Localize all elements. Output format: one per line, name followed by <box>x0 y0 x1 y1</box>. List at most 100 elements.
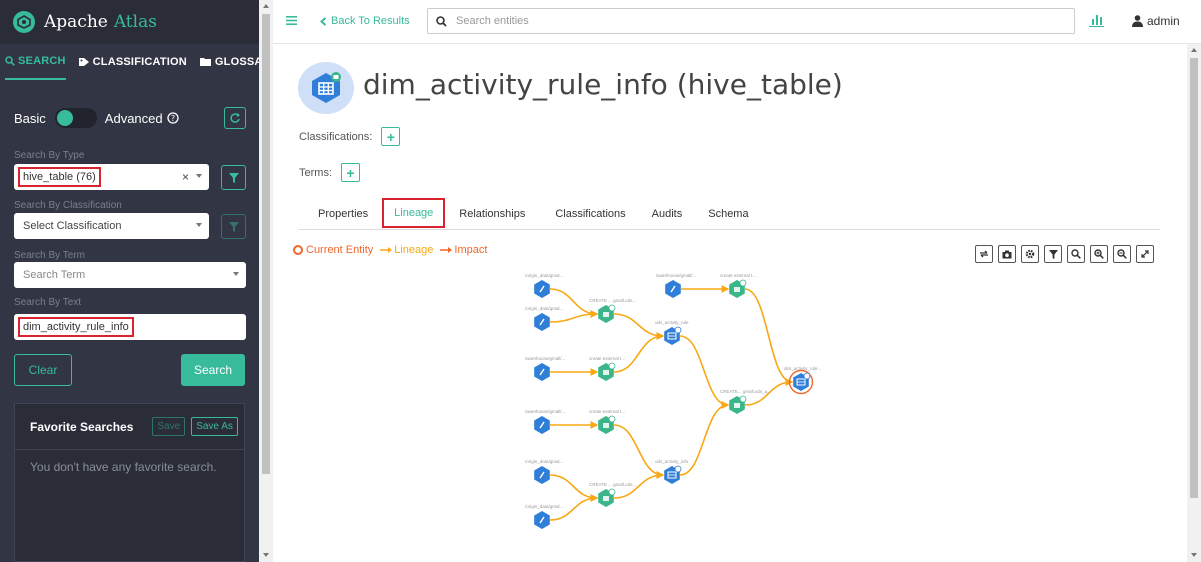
clear-button[interactable]: Clear <box>14 354 72 386</box>
help-icon[interactable]: ? <box>166 112 179 124</box>
tab-search-label: SEARCH <box>18 55 66 67</box>
favorite-searches-panel: Favorite Searches Save Save As You don't… <box>14 403 245 562</box>
search-button[interactable]: Search <box>181 354 245 386</box>
tab-properties[interactable]: Properties <box>308 198 378 230</box>
lineage-node-process[interactable]: CREATE ... gmall.ods... <box>589 298 636 323</box>
back-to-results-link[interactable]: Back To Results <box>320 15 410 27</box>
brand[interactable]: Apache Atlas <box>0 0 259 44</box>
scroll-down-icon[interactable] <box>1191 553 1197 557</box>
zoom-out-icon <box>1117 249 1127 259</box>
main-scrollbar[interactable] <box>1187 44 1201 562</box>
chevron-down-icon <box>233 272 239 276</box>
lineage-node-hdfs[interactable]: /warehouse/gmall/... <box>525 356 565 381</box>
search-by-type-label: Search By Type <box>14 150 85 161</box>
search-icon <box>1071 249 1081 259</box>
save-button[interactable]: Save <box>152 417 186 436</box>
entity-search-input[interactable]: Search entities <box>427 8 1075 34</box>
lineage-edge <box>549 310 599 323</box>
sidebar-scroll-thumb[interactable] <box>262 14 270 474</box>
lineage-node-hdfs[interactable]: /origin_data/gmal... <box>525 306 563 331</box>
export-image-button[interactable] <box>998 245 1016 263</box>
add-term-button[interactable]: + <box>341 163 360 182</box>
arrow-right-icon <box>440 247 453 253</box>
tab-search[interactable]: SEARCH <box>5 44 66 80</box>
sidebar: Apache Atlas SEARCH CLASSIFICATION GLOSS… <box>0 0 278 562</box>
search-text-input[interactable]: dim_activity_rule_info <box>14 314 246 340</box>
main-scroll-thumb[interactable] <box>1190 58 1198 498</box>
zoom-out-button[interactable] <box>1113 245 1131 263</box>
lineage-edge <box>613 313 665 340</box>
node-badge-icon <box>608 304 616 312</box>
type-filter-button[interactable] <box>221 165 246 190</box>
reset-layout-button[interactable] <box>975 245 993 263</box>
mode-switch[interactable] <box>54 108 97 128</box>
mode-basic-label: Basic <box>14 110 46 126</box>
lineage-edge <box>613 332 665 373</box>
filter-icon <box>228 221 239 232</box>
lineage-legend: Current Entity Lineage Impact <box>293 244 487 256</box>
clear-type-icon[interactable]: × <box>182 170 189 184</box>
lineage-node-table[interactable]: ods_activity_info <box>655 459 689 484</box>
search-by-text-label: Search By Text <box>14 297 82 308</box>
node-badge-icon <box>739 395 747 403</box>
process-glyph-icon <box>603 370 609 375</box>
process-glyph-icon <box>603 312 609 317</box>
tab-classification[interactable]: CLASSIFICATION <box>78 44 187 80</box>
scroll-up-icon[interactable] <box>1191 48 1197 52</box>
lineage-node-process[interactable]: CREATE... gmall.ods_a... <box>720 389 771 414</box>
node-badge-icon <box>608 488 616 496</box>
lineage-node-hdfs[interactable]: /warehouse/gmall/... <box>525 409 565 434</box>
fullscreen-button[interactable] <box>1136 245 1154 263</box>
lineage-graph[interactable]: /origin_data/gmal... /origin_data/gmal...… <box>500 262 840 534</box>
tab-audits[interactable]: Audits <box>642 198 693 230</box>
lineage-node-table[interactable]: dim_activity_rule... <box>784 366 821 395</box>
favorite-searches-header: Favorite Searches Save Save As <box>15 404 244 450</box>
classification-select[interactable]: Select Classification <box>14 213 209 239</box>
camera-icon <box>1002 250 1012 258</box>
sidebar-tabs: SEARCH CLASSIFICATION GLOSSARY <box>0 44 278 80</box>
tab-schema[interactable]: Schema <box>698 198 758 230</box>
lineage-node-hdfs[interactable]: /origin_data/gmal... <box>525 504 563 529</box>
page-title: dim_activity_rule_info (hive_table) <box>363 68 843 101</box>
lineage-edge <box>679 335 730 409</box>
mode-advanced-label: Advanced <box>104 110 163 126</box>
lineage-node-label: /origin_data/gmal... <box>525 273 563 278</box>
lineage-node-process[interactable]: create external t... <box>589 409 625 434</box>
scroll-down-icon[interactable] <box>263 553 269 557</box>
sidebar-scrollbar[interactable] <box>259 0 273 562</box>
lineage-node-hdfs[interactable]: /origin_data/gmal... <box>525 459 563 484</box>
zoom-in-icon <box>1094 249 1104 259</box>
save-as-button[interactable]: Save As <box>191 417 238 436</box>
lineage-node-process[interactable]: create external t... <box>589 356 625 381</box>
tab-classifications[interactable]: Classifications <box>545 198 635 230</box>
lineage-node-label: /origin_data/gmal... <box>525 459 563 464</box>
filter-button[interactable] <box>1044 245 1062 263</box>
statistics-icon[interactable] <box>1089 13 1104 27</box>
type-select[interactable]: hive_table (76) × <box>14 164 209 190</box>
lineage-node-hdfs[interactable]: /origin_data/gmal... <box>525 273 563 298</box>
zoom-in-button[interactable] <box>1090 245 1108 263</box>
legend-impact: Impact <box>440 244 487 256</box>
search-node-button[interactable] <box>1067 245 1085 263</box>
terms-label: Terms: <box>299 166 332 179</box>
user-name: admin <box>1147 14 1180 28</box>
lineage-node-hdfs[interactable]: /warehouse/gmall/... <box>656 273 696 298</box>
node-badge-icon <box>739 279 747 287</box>
settings-button[interactable] <box>1021 245 1039 263</box>
lineage-node-label: CREATE ... gmall.ods... <box>589 298 636 303</box>
menu-icon[interactable] <box>286 16 297 25</box>
term-select[interactable]: Search Term <box>14 262 246 288</box>
add-classification-button[interactable]: + <box>381 127 401 146</box>
user-menu[interactable]: admin <box>1132 14 1180 28</box>
refresh-button[interactable] <box>224 107 246 129</box>
scroll-up-icon[interactable] <box>263 4 269 8</box>
classification-filter-button[interactable] <box>221 214 246 239</box>
tab-relationships[interactable]: Relationships <box>449 198 535 230</box>
lineage-node-label: /warehouse/gmall/... <box>525 356 565 361</box>
favorite-searches-title: Favorite Searches <box>30 419 134 434</box>
lineage-node-table[interactable]: ods_activity_rule <box>655 320 689 345</box>
lineage-node-process[interactable]: create external t... <box>720 273 756 298</box>
tab-lineage[interactable]: Lineage <box>382 197 446 228</box>
lineage-node-label: ods_activity_info <box>655 459 689 464</box>
lineage-node-label: CREATE ... gmall.ods... <box>589 482 636 487</box>
